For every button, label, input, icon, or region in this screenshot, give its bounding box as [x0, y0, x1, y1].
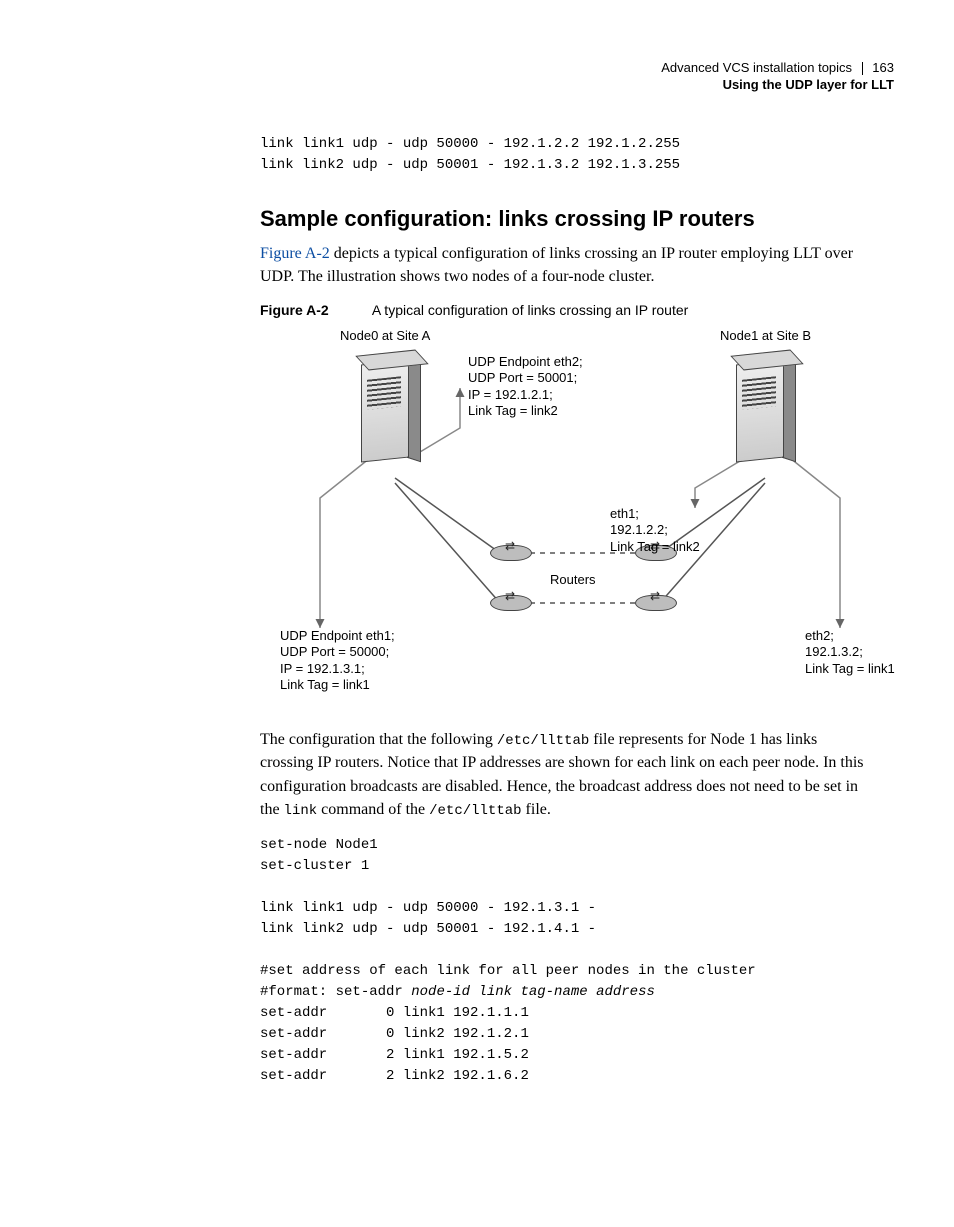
page-header: Advanced VCS installation topics 163 Usi…	[60, 60, 894, 94]
node1-eth2-label: eth2; 192.1.3.2; Link Tag = link1	[805, 628, 895, 677]
figure-caption: Figure A-2 A typical configuration of li…	[260, 302, 874, 318]
node0-eth2-label: UDP Endpoint eth2; UDP Port = 50001; IP …	[468, 354, 583, 419]
para2-d: file.	[522, 801, 551, 818]
para2-mono3: /etc/llttab	[429, 803, 521, 819]
intro-paragraph: Figure A-2 depicts a typical configurati…	[260, 242, 874, 288]
para2-a: The configuration that the following	[260, 731, 497, 748]
para2-mono2: link	[284, 803, 318, 819]
para2-mono1: /etc/llttab	[497, 733, 589, 749]
figure-label: Figure A-2	[260, 302, 329, 318]
node0-title: Node0 at Site A	[340, 328, 430, 344]
code-block-node1: set-node Node1 set-cluster 1 link link1 …	[260, 835, 874, 1087]
server-icon-node0	[355, 348, 419, 468]
header-subsection: Using the UDP layer for LLT	[60, 77, 894, 94]
node1-eth1-label: eth1; 192.1.2.2; Link Tag = link2	[610, 506, 700, 555]
router-icon	[490, 595, 530, 613]
header-section-title: Advanced VCS installation topics	[661, 60, 852, 77]
router-icon	[490, 545, 530, 563]
intro-paragraph-rest: depicts a typical configuration of links…	[260, 245, 853, 285]
figure-link[interactable]: Figure A-2	[260, 245, 330, 262]
figure-diagram: Node0 at Site A Node1 at Site B Routers …	[300, 328, 920, 708]
router-icon	[635, 595, 675, 613]
config-paragraph: The configuration that the following /et…	[260, 728, 874, 821]
routers-label: Routers	[550, 572, 596, 588]
code-block-intro: link link1 udp - udp 50000 - 192.1.2.2 1…	[260, 134, 874, 176]
page-number: 163	[872, 60, 894, 75]
para2-c: command of the	[317, 801, 429, 818]
section-heading: Sample configuration: links crossing IP …	[260, 206, 874, 232]
header-separator	[862, 62, 863, 75]
node0-eth1-label: UDP Endpoint eth1; UDP Port = 50000; IP …	[280, 628, 395, 693]
server-icon-node1	[730, 348, 794, 468]
content-column: link link1 udp - udp 50000 - 192.1.2.2 1…	[260, 134, 874, 1087]
node1-title: Node1 at Site B	[720, 328, 811, 344]
figure-caption-text: A typical configuration of links crossin…	[372, 302, 688, 318]
page: Advanced VCS installation topics 163 Usi…	[0, 0, 954, 1227]
